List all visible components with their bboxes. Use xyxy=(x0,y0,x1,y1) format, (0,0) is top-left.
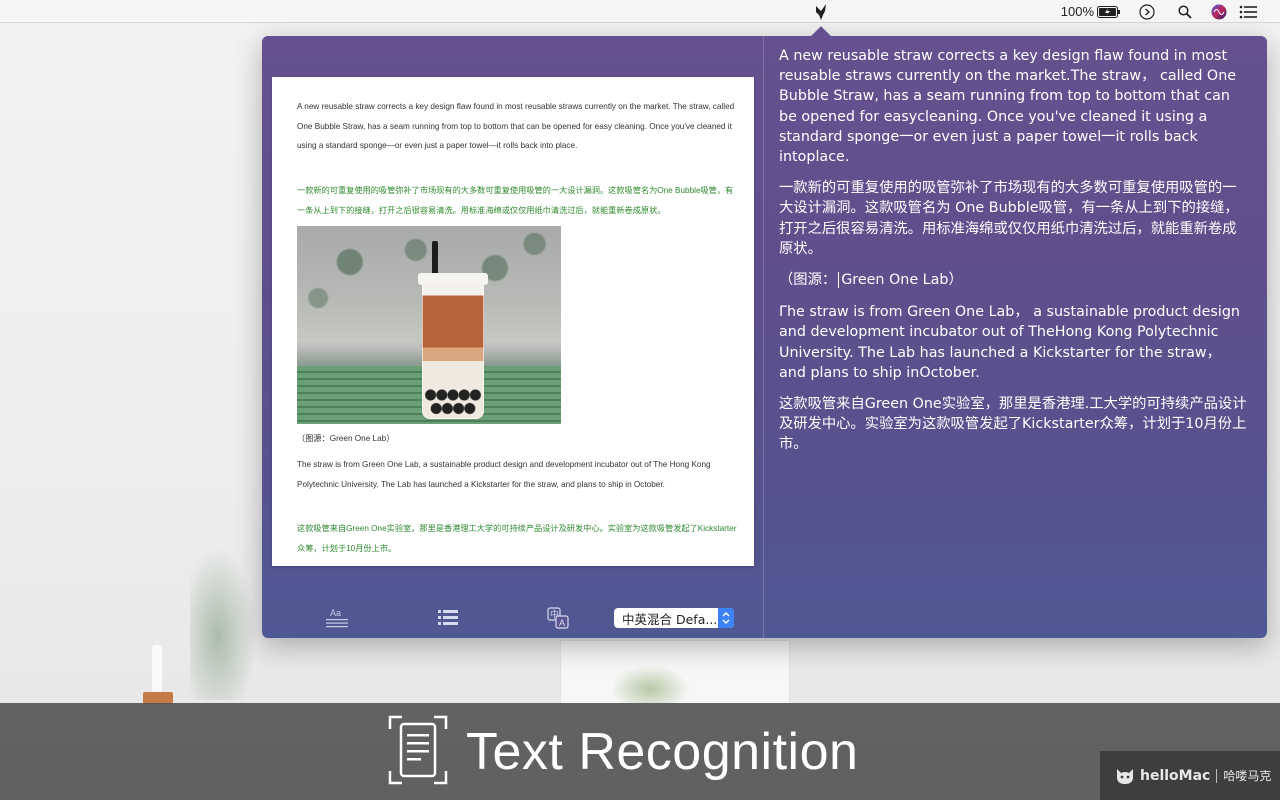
ocr-popover: A new reusable straw corrects a key desi… xyxy=(262,26,1267,638)
feature-banner: Text Recognition xyxy=(0,703,1280,800)
play-circle-icon[interactable] xyxy=(1136,0,1158,23)
result-paragraph-en-1: A new reusable straw corrects a key desi… xyxy=(779,48,1237,166)
result-caption: （图源： Green One Lab） xyxy=(779,270,1249,290)
menu-bar: 100% xyxy=(0,0,1280,23)
app-icon xyxy=(816,3,826,20)
translate-icon: 中 A xyxy=(547,607,569,629)
battery-percent: 100% xyxy=(1060,4,1094,19)
text-cursor xyxy=(838,272,840,289)
result-caption-prefix: （图源： xyxy=(779,272,837,289)
list-layout-icon xyxy=(438,610,458,625)
list-icon[interactable] xyxy=(1236,0,1260,23)
result-paragraph-zh-1: 一款新的可重复使用的吸管弥补了市场现有的大多数可重复使用吸管的一大设计漏洞。这款… xyxy=(779,180,1239,257)
hellomac-logo-icon xyxy=(1117,768,1133,784)
watermark-chinese: 哈喽马克 xyxy=(1223,769,1272,783)
watermark-brand: helloMac xyxy=(1140,767,1211,784)
font-settings-button[interactable]: Aa xyxy=(323,604,351,632)
recognized-text-pane[interactable]: A new reusable straw corrects a key desi… xyxy=(779,46,1249,586)
source-image-preview: A new reusable straw corrects a key desi… xyxy=(272,77,754,566)
chevron-updown-icon xyxy=(718,608,734,628)
result-paragraph-en-2: Γhe straw is from Green One Lab， a susta… xyxy=(779,304,1240,381)
svg-text:A: A xyxy=(559,618,565,628)
doc-paragraph-en-2: The straw is from Green One Lab, a susta… xyxy=(297,460,711,489)
watermark: helloMac 哈喽马克 xyxy=(1100,751,1280,800)
plant-decoration xyxy=(190,540,260,700)
doc-image-caption: （图源：Green One Lab） xyxy=(297,434,395,443)
layout-list-button[interactable] xyxy=(434,604,462,632)
text-recognition-icon xyxy=(388,715,448,785)
language-select-value: 中英混合 Defa... xyxy=(622,611,718,627)
plant-pot-decoration xyxy=(610,665,690,705)
siri-icon[interactable] xyxy=(1208,0,1230,23)
doc-paragraph-en-1: A new reusable straw corrects a key desi… xyxy=(297,102,735,151)
doc-paragraph-zh-2: 这款吸管来自Green One实验室，那里是香港理工大学的可持续产品设计及研发中… xyxy=(297,524,737,553)
banner-title: Text Recognition xyxy=(466,723,859,781)
app-menubar-icon[interactable] xyxy=(810,0,832,23)
battery-icon[interactable] xyxy=(1096,0,1122,23)
pane-divider xyxy=(763,36,764,638)
watermark-separator xyxy=(1216,768,1218,783)
bubble-tea-photo xyxy=(297,226,561,424)
language-select[interactable]: 中英混合 Defa... xyxy=(614,608,734,628)
search-icon[interactable] xyxy=(1174,0,1196,23)
doc-paragraph-zh-1: 一款新的可重复使用的吸管弥补了市场现有的大多数可重复使用吸管的一大设计漏洞。这款… xyxy=(297,186,734,215)
font-size-icon: Aa xyxy=(326,608,348,628)
translate-button[interactable]: 中 A xyxy=(544,604,572,632)
result-caption-text: Green One Lab） xyxy=(841,272,963,289)
svg-text:Aa: Aa xyxy=(330,608,341,618)
candle-decoration xyxy=(152,645,162,693)
result-paragraph-zh-2: 这款吸管来自Green One实验室，那里是香港理.工大学的可持续产品设计及研发… xyxy=(779,396,1247,453)
